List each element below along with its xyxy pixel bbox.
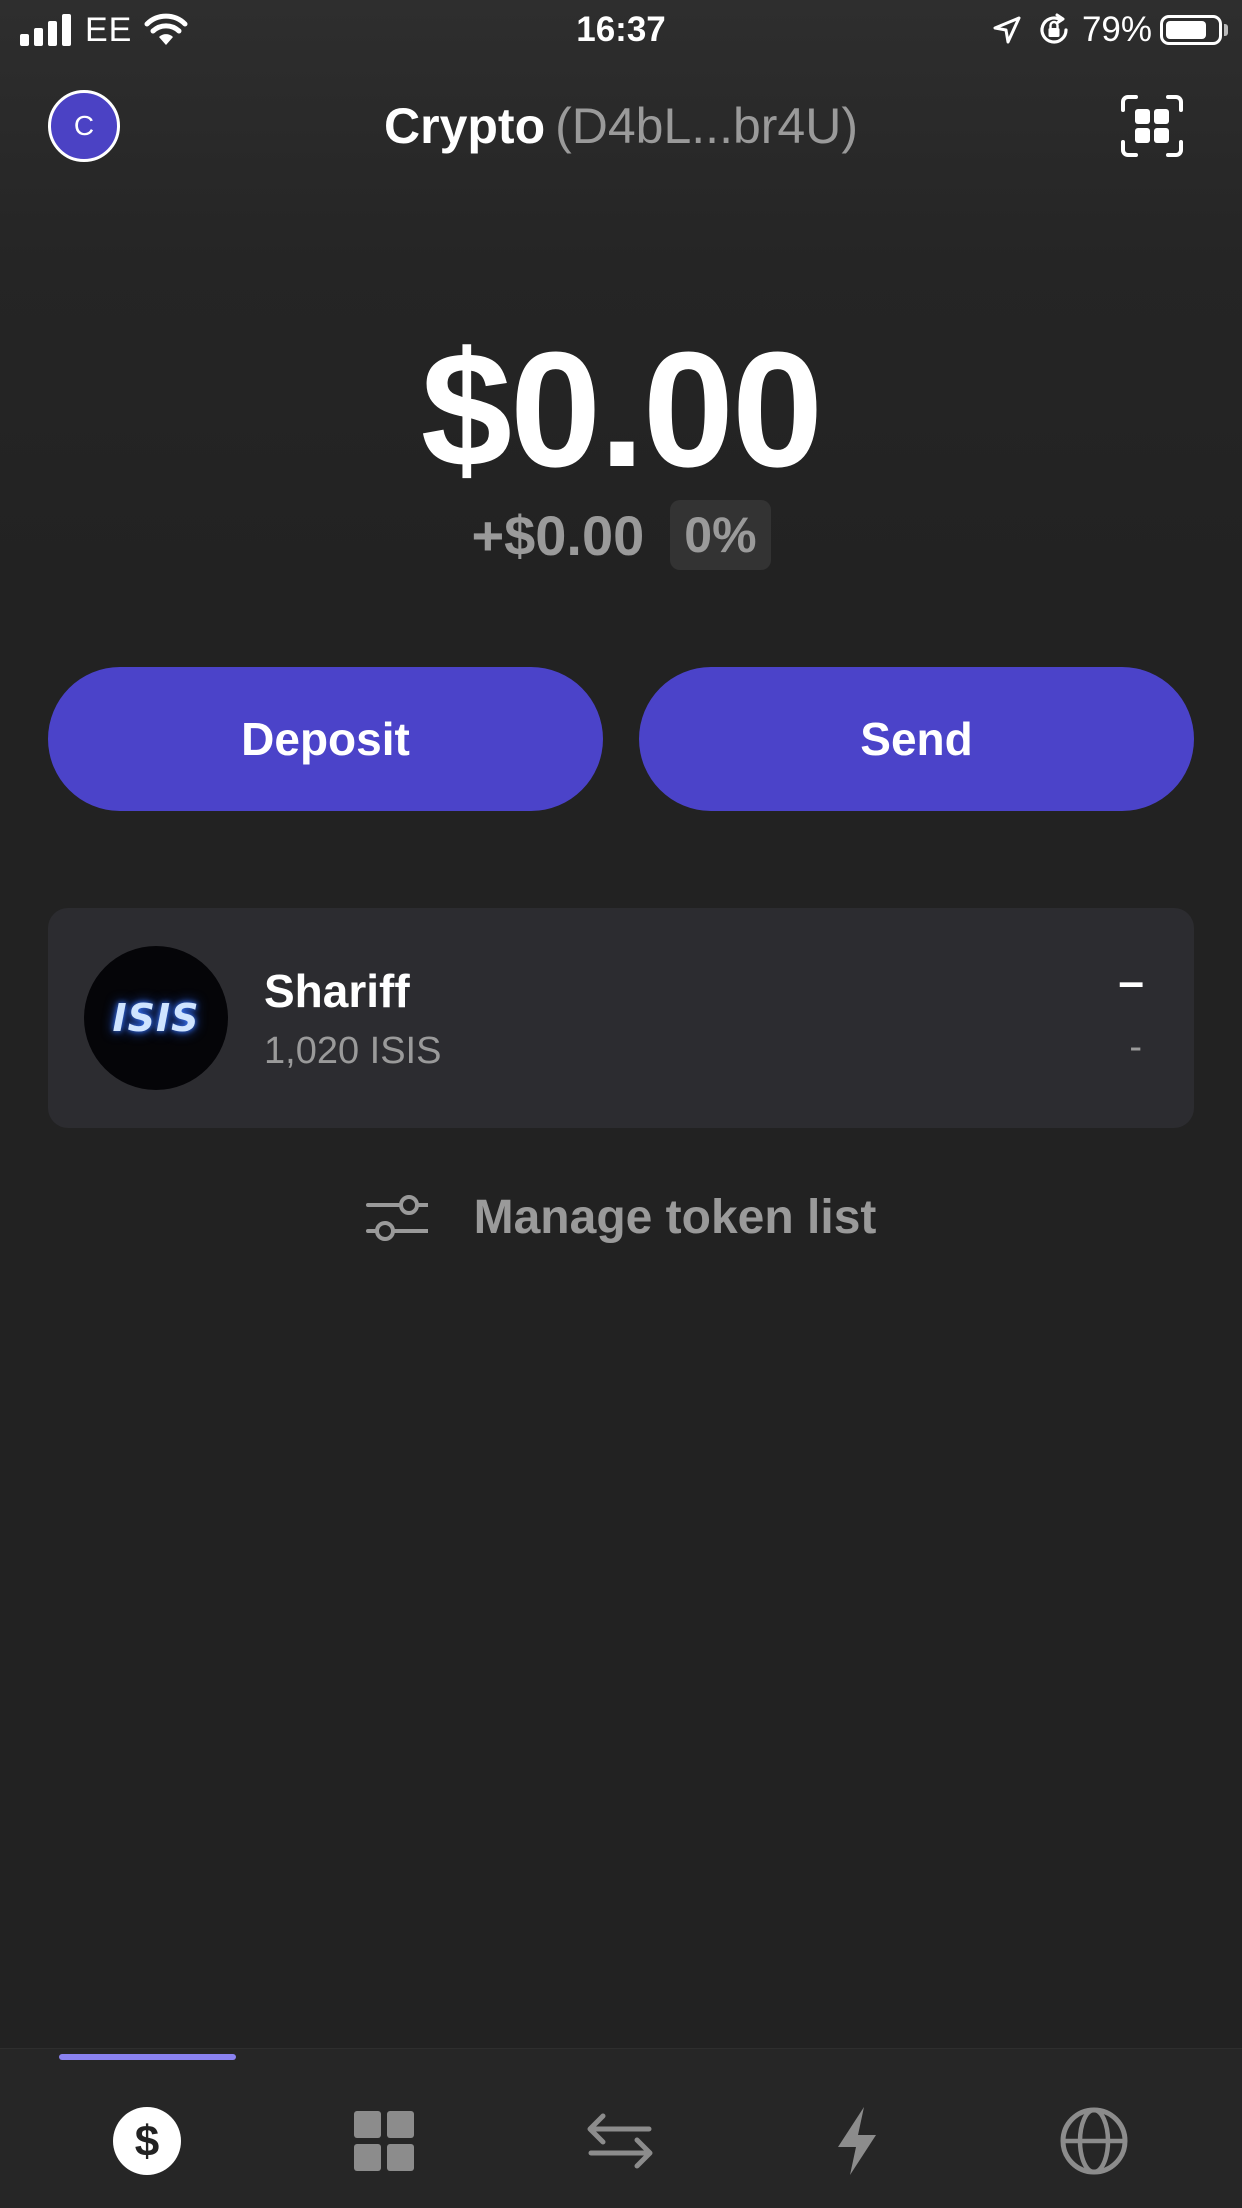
total-balance: $0.00 <box>420 318 823 501</box>
tab-wallet[interactable]: $ <box>107 2101 187 2181</box>
status-right: 79% <box>992 10 1228 50</box>
token-row[interactable]: ISIS Shariff 1,020 ISIS – - <box>48 908 1194 1128</box>
lightning-icon <box>838 2107 876 2175</box>
wallet-name: Crypto <box>384 98 546 154</box>
wallet-screen: EE 16:37 79% C Crypto (D4bL...br4U) $0.0… <box>0 0 1242 2208</box>
tab-collectibles[interactable] <box>344 2101 424 2181</box>
token-change: - <box>1129 1026 1142 1068</box>
tab-swap[interactable] <box>580 2101 660 2181</box>
token-name: Shariff <box>264 965 410 1017</box>
grid-icon <box>354 2111 414 2171</box>
status-bar: EE 16:37 79% <box>0 0 1242 62</box>
svg-text:$: $ <box>135 2117 159 2166</box>
send-button[interactable]: Send <box>639 667 1194 811</box>
change-amount: +$0.00 <box>471 503 645 567</box>
token-logo: ISIS <box>84 946 228 1090</box>
dollar-icon: $ <box>113 2107 181 2175</box>
balance-change: +$0.00 0% <box>0 500 1242 570</box>
globe-icon <box>1060 2107 1128 2175</box>
page-title[interactable]: Crypto (D4bL...br4U) <box>0 96 1242 156</box>
change-percent-badge: 0% <box>670 500 771 570</box>
tab-browser[interactable] <box>1054 2101 1134 2181</box>
token-value: – <box>1118 955 1144 1007</box>
deposit-button[interactable]: Deposit <box>48 667 603 811</box>
token-logo-text: ISIS <box>112 996 200 1040</box>
token-amount: 1,020 ISIS <box>264 1030 442 1072</box>
wallet-address: (D4bL...br4U) <box>555 98 858 154</box>
bottom-tab-bar: $ <box>0 2048 1242 2208</box>
rotation-lock-icon <box>1040 13 1068 44</box>
sliders-icon <box>365 1194 428 1241</box>
swap-icon <box>587 2113 653 2169</box>
battery-percent: 79% <box>1081 10 1152 49</box>
manage-token-list-button[interactable]: Manage token list <box>0 1190 1242 1245</box>
battery-icon <box>1160 15 1222 45</box>
manage-token-list-label: Manage token list <box>473 1191 877 1244</box>
tab-activity[interactable] <box>817 2101 897 2181</box>
qr-scan-button[interactable] <box>1120 94 1184 158</box>
active-tab-indicator <box>59 2054 236 2060</box>
location-icon <box>993 16 1021 44</box>
qr-scan-icon <box>1121 95 1183 157</box>
